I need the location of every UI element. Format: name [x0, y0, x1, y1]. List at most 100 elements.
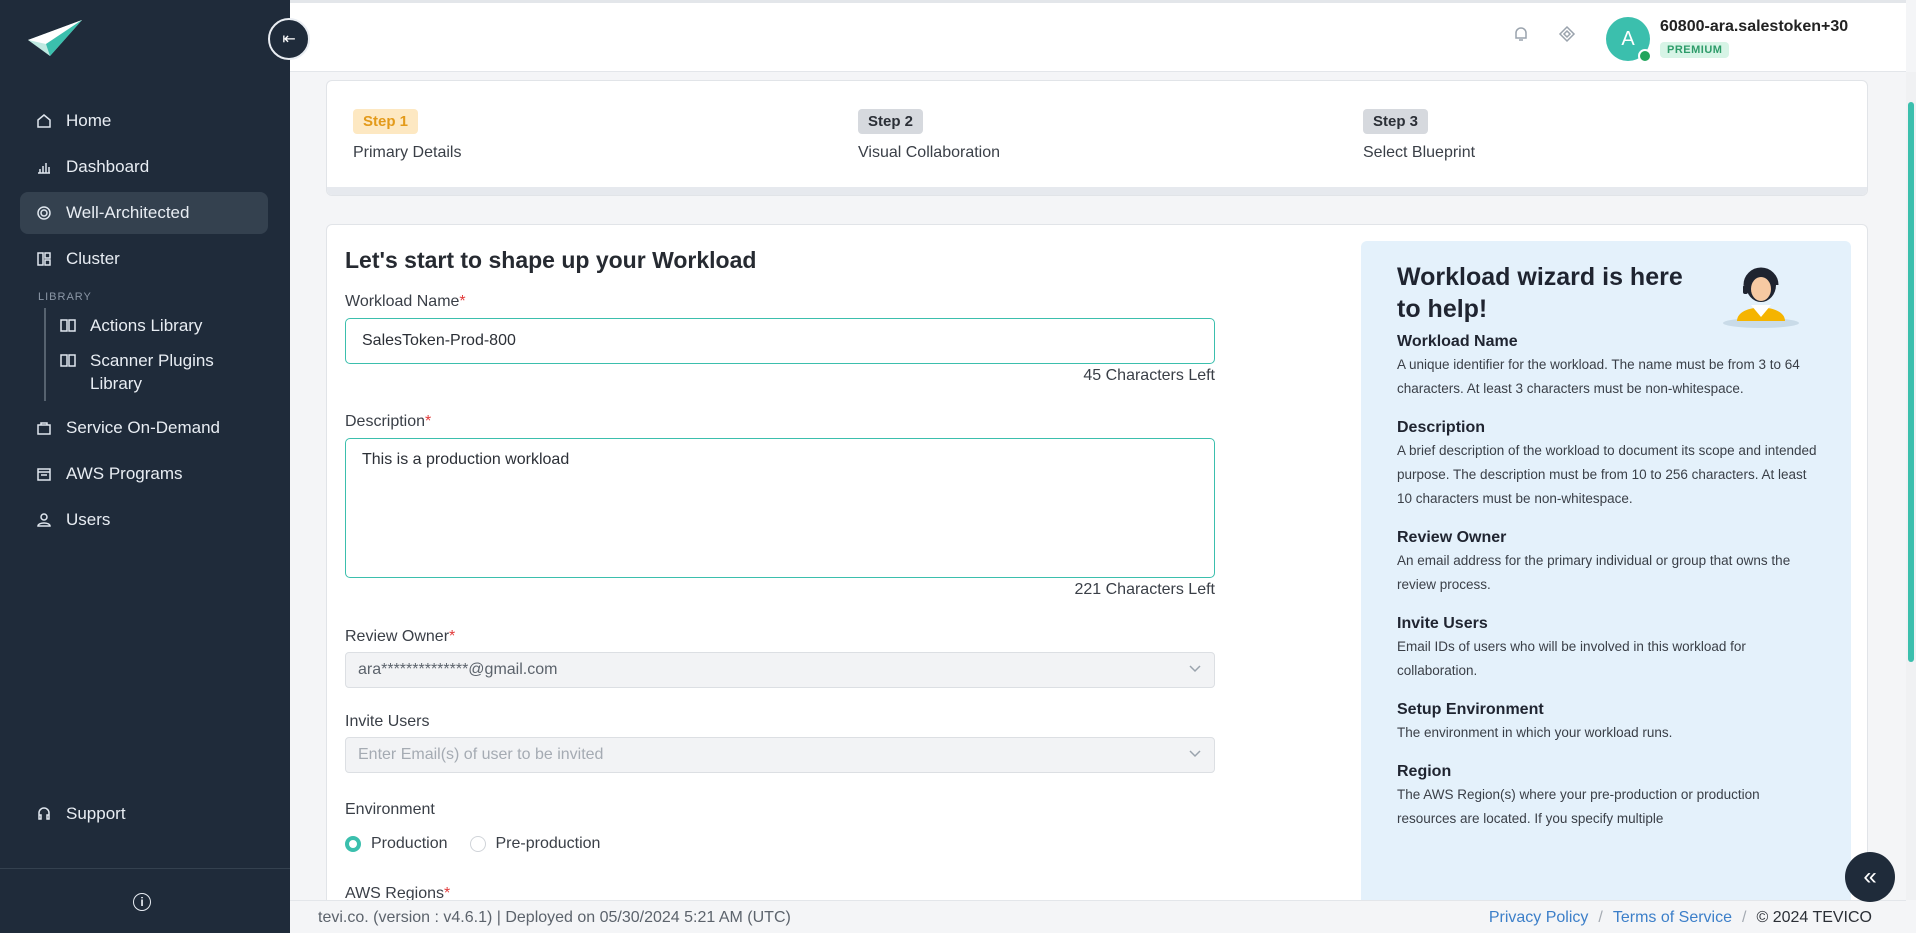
book-icon: [60, 317, 84, 333]
sidebar-item-label: Users: [66, 510, 111, 529]
review-owner-value: ara**************@gmail.com: [358, 661, 558, 678]
support-section: Support: [20, 793, 268, 839]
radio-unchecked[interactable]: [469, 836, 486, 852]
expand-panel-button[interactable]: «: [1845, 852, 1895, 902]
sidebar-item-dashboard[interactable]: Dashboard: [20, 146, 268, 188]
scrollbar[interactable]: [1906, 72, 1916, 900]
sidebar-item-cluster[interactable]: Cluster: [20, 238, 268, 280]
aws-regions-label: AWS Regions*: [345, 885, 451, 900]
sidebar-item-label: Cluster: [66, 249, 120, 268]
sidebar-item-well-architected[interactable]: Well-Architected: [20, 192, 268, 234]
cluster-icon: [36, 251, 60, 267]
top-bar: A 60800-ara.salestoken+30 PREMIUM: [290, 0, 1906, 72]
bag-icon: [36, 420, 60, 436]
help-heading: Invite Users: [1397, 615, 1488, 632]
step-badge: Step 2: [858, 109, 924, 134]
sidebar-divider: [0, 868, 290, 869]
top-icons: [1512, 25, 1576, 48]
help-title: Workload wizard is here to help!: [1397, 263, 1683, 323]
sidebar-item-aws-programs[interactable]: AWS Programs: [20, 453, 268, 495]
environment-radio-group: Production Pre-production: [345, 835, 622, 853]
footer-separator: /: [1598, 909, 1603, 926]
steps-card: Step 1 Primary Details Step 2 Visual Col…: [326, 80, 1868, 196]
sidebar-item-label: Dashboard: [66, 157, 150, 176]
chevron-down-icon: [1188, 746, 1202, 765]
workload-name-input[interactable]: SalesToken-Prod-800: [345, 318, 1215, 364]
diamond-icon[interactable]: [1558, 25, 1576, 48]
help-heading: Description: [1397, 419, 1486, 436]
paper-plane-logo[interactable]: [26, 18, 84, 58]
support-agent-icon: [1723, 267, 1799, 328]
sidebar-item-actions-library[interactable]: Actions Library: [60, 308, 268, 343]
user-icon: [36, 512, 60, 528]
help-text: A unique identifier for the workload. Th…: [1397, 357, 1800, 396]
sidebar-item-users[interactable]: Users: [20, 499, 268, 541]
library-title: LIBRARY: [38, 291, 92, 303]
info-icon[interactable]: i: [133, 893, 151, 911]
step-badge: Step 3: [1363, 109, 1429, 134]
invite-users-label: Invite Users: [345, 713, 430, 730]
help-text: A brief description of the workload to d…: [1397, 443, 1817, 506]
step-1[interactable]: Step 1 Primary Details: [353, 109, 461, 162]
collapse-sidebar-button[interactable]: ⇤: [268, 18, 310, 60]
form-title: Let's start to shape up your Workload: [345, 247, 757, 273]
workload-name-counter: 45 Characters Left: [1083, 367, 1215, 384]
avatar[interactable]: A: [1606, 17, 1652, 63]
workload-form-card: Let's start to shape up your Workload Wo…: [326, 224, 1868, 900]
workload-name-label: Workload Name*: [345, 293, 466, 310]
footer-links: Privacy Policy / Terms of Service / © 20…: [1489, 909, 1872, 927]
env-production-label: Production: [371, 835, 448, 852]
user-name[interactable]: 60800-ara.salestoken+30: [1660, 18, 1848, 36]
bell-icon[interactable]: [1512, 25, 1530, 48]
sidebar-nav: Home Dashboard Well-Architected Cluster …: [20, 100, 268, 545]
sidebar-item-label: AWS Programs: [66, 464, 183, 483]
sidebar-item-service-on-demand[interactable]: Service On-Demand: [20, 407, 268, 449]
book-icon: [60, 352, 84, 368]
step-label: Select Blueprint: [1363, 144, 1476, 161]
chevron-down-icon: [1188, 661, 1202, 680]
env-production-option[interactable]: Production: [345, 835, 448, 853]
sidebar-item-label: Home: [66, 111, 112, 130]
headset-icon: [36, 806, 60, 822]
review-owner-label: Review Owner*: [345, 628, 456, 645]
environment-label: Environment: [345, 801, 435, 818]
scrollbar-thumb[interactable]: [1908, 102, 1914, 662]
sidebar-item-scanner-plugins-library[interactable]: Scanner Plugins Library: [60, 343, 268, 401]
help-text: Email IDs of users who will be involved …: [1397, 639, 1746, 678]
env-preproduction-label: Pre-production: [495, 835, 601, 852]
library-section: LIBRARY Actions Library Scanner Plugins …: [20, 286, 268, 401]
review-owner-select[interactable]: ara**************@gmail.com: [345, 652, 1215, 688]
sidebar-item-home[interactable]: Home: [20, 100, 268, 142]
footer-version: tevi.co. (version : v4.6.1) | Deployed o…: [318, 909, 791, 926]
main-content: Step 1 Primary Details Step 2 Visual Col…: [290, 72, 1898, 900]
sidebar-item-label: Scanner Plugins Library: [90, 351, 214, 393]
privacy-policy-link[interactable]: Privacy Policy: [1489, 909, 1589, 927]
description-textarea[interactable]: This is a production workload: [345, 438, 1215, 578]
home-icon: [36, 113, 60, 129]
target-icon: [36, 205, 60, 221]
radio-checked[interactable]: [345, 836, 361, 852]
step-3[interactable]: Step 3 Select Blueprint: [1363, 109, 1475, 162]
sidebar-item-label: Actions Library: [90, 316, 203, 335]
sidebar-item-support[interactable]: Support: [20, 793, 268, 835]
help-text: The environment in which your workload r…: [1397, 725, 1673, 740]
help-text: The AWS Region(s) where your pre-product…: [1397, 787, 1760, 826]
invite-users-placeholder: Enter Email(s) of user to be invited: [358, 746, 604, 763]
step-2[interactable]: Step 2 Visual Collaboration: [858, 109, 1000, 162]
help-heading: Workload Name: [1397, 333, 1518, 350]
step-label: Visual Collaboration: [858, 144, 1001, 161]
env-preproduction-option[interactable]: Pre-production: [469, 835, 601, 853]
description-label: Description*: [345, 413, 432, 430]
sidebar: Home Dashboard Well-Architected Cluster …: [0, 0, 290, 933]
help-body: Workload Name A unique identifier for th…: [1397, 333, 1817, 831]
sidebar-item-label: Support: [66, 804, 126, 823]
programs-icon: [36, 466, 60, 482]
invite-users-select[interactable]: Enter Email(s) of user to be invited: [345, 737, 1215, 773]
help-heading: Region: [1397, 763, 1452, 780]
step-badge: Step 1: [353, 109, 419, 134]
sidebar-item-label: Service On-Demand: [66, 418, 221, 437]
footer: tevi.co. (version : v4.6.1) | Deployed o…: [290, 900, 1906, 933]
copyright-text: © 2024 TEVICO: [1756, 909, 1872, 926]
premium-badge: PREMIUM: [1660, 42, 1730, 58]
terms-of-service-link[interactable]: Terms of Service: [1613, 909, 1732, 927]
